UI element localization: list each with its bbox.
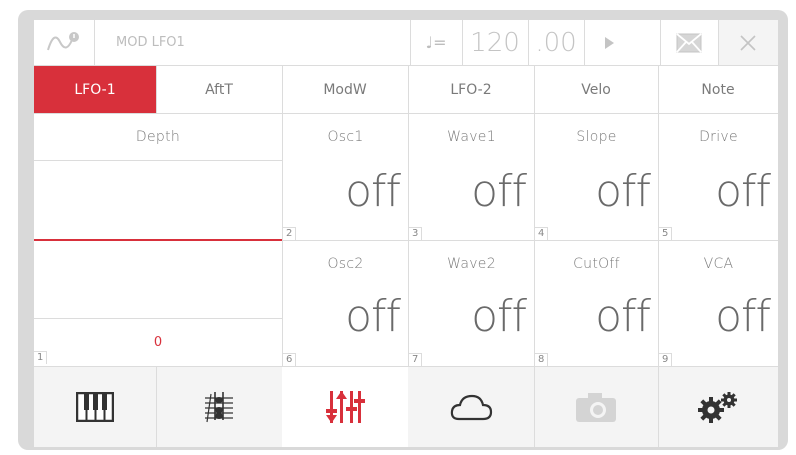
knob-label: Drive — [699, 129, 738, 145]
tab-note[interactable]: Note — [658, 66, 778, 113]
knob-value: off — [715, 291, 771, 342]
slot-number: 4 — [535, 227, 549, 240]
depth-value: 0 — [153, 334, 163, 350]
knob-label: Osc1 — [327, 129, 364, 145]
sheet-music-icon — [205, 392, 233, 423]
slot-number: 7 — [409, 353, 423, 366]
play-icon — [605, 36, 614, 49]
slot-number: 5 — [659, 227, 673, 240]
mail-button[interactable] — [660, 20, 718, 65]
camera-icon — [576, 393, 616, 422]
camera-button[interactable] — [534, 367, 658, 447]
settings-button[interactable] — [658, 367, 778, 447]
bpm-value[interactable]: 120 — [462, 20, 528, 65]
tab-lfo-1[interactable]: LFO-1 — [34, 66, 156, 113]
knob-value: off — [471, 166, 527, 217]
piano-keys-icon — [76, 392, 114, 422]
play-button[interactable] — [584, 20, 634, 65]
knob-value: off — [345, 166, 401, 217]
cloud-button[interactable] — [408, 367, 534, 447]
lfo-wave-logo — [34, 20, 94, 65]
slot-number: 9 — [659, 353, 673, 366]
knob-label: Wave1 — [447, 129, 496, 145]
mail-icon — [676, 32, 702, 53]
piano-button[interactable] — [34, 367, 156, 447]
cloud-icon — [450, 394, 493, 421]
knob-drive[interactable]: Drive off 5 — [659, 114, 778, 240]
close-icon — [740, 34, 756, 51]
mixer-sliders-icon — [326, 391, 365, 423]
knob-label: Wave2 — [447, 256, 496, 272]
knob-label: Osc2 — [327, 256, 364, 272]
knob-label: VCA — [703, 256, 734, 272]
sequencer-button[interactable] — [156, 367, 282, 447]
depth-center-line — [34, 239, 282, 241]
knob-value: off — [471, 291, 527, 342]
slot-number: 8 — [535, 353, 549, 366]
tab-modwheel[interactable]: ModW — [282, 66, 408, 113]
slot-number: 1 — [34, 351, 48, 364]
knob-osc2[interactable]: Osc2 off 6 — [283, 241, 408, 366]
knob-wave2[interactable]: Wave2 off 7 — [409, 241, 534, 366]
knob-value: off — [595, 291, 651, 342]
gears-icon — [698, 392, 737, 423]
mixer-button[interactable] — [282, 367, 408, 447]
tab-aftertouch[interactable]: AftT — [156, 66, 282, 113]
knob-value: off — [715, 166, 771, 217]
knob-value: off — [345, 291, 401, 342]
tab-lfo-2[interactable]: LFO-2 — [408, 66, 534, 113]
tab-velocity[interactable]: Velo — [534, 66, 658, 113]
knob-cutoff[interactable]: CutOff off 8 — [535, 241, 658, 366]
knob-label: CutOff — [573, 256, 620, 272]
screen: MOD LFO1 ♩= 120 .00 LFO-1 AftT ModW LFO-… — [34, 20, 778, 447]
close-button[interactable] — [718, 20, 778, 65]
slot-number: 3 — [409, 227, 423, 240]
knob-value: off — [595, 166, 651, 217]
page-title: MOD LFO1 — [116, 35, 185, 50]
knob-osc1[interactable]: Osc1 off 2 — [283, 114, 408, 240]
slot-number: 6 — [283, 353, 297, 366]
knob-slope[interactable]: Slope off 4 — [535, 114, 658, 240]
bpm-fraction[interactable]: .00 — [528, 20, 584, 65]
depth-slider[interactable] — [34, 161, 282, 318]
slot-number: 2 — [283, 227, 297, 240]
knob-wave1[interactable]: Wave1 off 3 — [409, 114, 534, 240]
depth-label: Depth — [135, 129, 181, 145]
wave-icon — [47, 31, 79, 50]
knob-vca[interactable]: VCA off 9 — [659, 241, 778, 366]
tempo-symbol: ♩= — [425, 33, 447, 52]
knob-label: Slope — [576, 129, 617, 145]
